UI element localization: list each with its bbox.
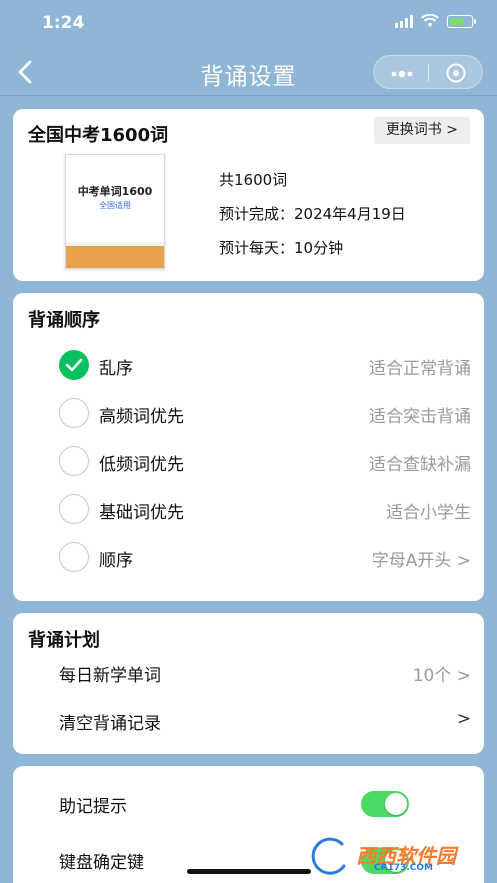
nav-divider bbox=[0, 95, 497, 96]
enter-key-label: 键盘确定键 bbox=[59, 853, 144, 873]
book-card: 全国中考1600词 更换词书 > 中考单词1600 全国适用 共1600词 预计… bbox=[13, 109, 484, 281]
signal-icon bbox=[395, 14, 413, 28]
option-label: 乱序 bbox=[99, 359, 133, 379]
option-desc: 适合小学生 bbox=[386, 503, 471, 523]
option-label: 低频词优先 bbox=[99, 455, 184, 475]
mnemonic-label: 助记提示 bbox=[59, 797, 127, 817]
mini-program-capsule bbox=[373, 55, 483, 89]
book-finish-date: 预计完成：2024年4月19日 bbox=[219, 205, 406, 223]
order-section-title: 背诵顺序 bbox=[28, 310, 100, 331]
close-circle-icon bbox=[446, 63, 466, 83]
chevron-right-icon: > bbox=[456, 709, 471, 729]
change-book-button[interactable]: 更换词书 > bbox=[373, 117, 470, 144]
option-sequential[interactable]: 顺序 字母A开头 > bbox=[59, 536, 471, 576]
close-button[interactable] bbox=[446, 63, 466, 83]
daily-new-words-label: 每日新学单词 bbox=[59, 666, 161, 686]
daily-new-words-value: 10个 > bbox=[412, 666, 471, 686]
capsule-divider bbox=[428, 64, 429, 82]
option-low-frequency[interactable]: 低频词优先 适合查缺补漏 bbox=[59, 440, 471, 480]
book-name: 全国中考1600词 bbox=[28, 125, 169, 146]
more-icon bbox=[391, 70, 413, 78]
order-card: 背诵顺序 乱序 适合正常背诵 高频词优先 适合突击背诵 低频词优先 适合查缺补漏… bbox=[13, 293, 484, 601]
clear-records-row[interactable]: 清空背诵记录 > bbox=[59, 703, 471, 739]
cover-title: 中考单词1600 bbox=[77, 185, 153, 198]
watermark-subtext: CR173.COM bbox=[374, 863, 433, 873]
option-label: 高频词优先 bbox=[99, 407, 184, 427]
check-icon bbox=[65, 358, 83, 372]
option-random[interactable]: 乱序 适合正常背诵 bbox=[59, 344, 471, 384]
mnemonic-toggle[interactable] bbox=[361, 791, 409, 817]
radio-checked[interactable] bbox=[59, 350, 89, 380]
watermark: 西西软件园 CR173.COM bbox=[304, 836, 489, 878]
plan-card: 背诵计划 每日新学单词 10个 > 清空背诵记录 > bbox=[13, 613, 484, 754]
option-desc: 适合正常背诵 bbox=[369, 359, 471, 379]
radio-unchecked[interactable] bbox=[59, 494, 89, 524]
cover-subtitle: 全国适用 bbox=[99, 201, 131, 210]
option-desc: 字母A开头 > bbox=[371, 551, 471, 571]
option-label: 基础词优先 bbox=[99, 503, 184, 523]
clear-records-label: 清空背诵记录 bbox=[59, 714, 161, 734]
status-icons bbox=[395, 14, 476, 28]
more-button[interactable] bbox=[388, 66, 416, 80]
mnemonic-row: 助记提示 bbox=[59, 786, 471, 822]
radio-unchecked[interactable] bbox=[59, 446, 89, 476]
book-daily-time: 预计每天：10分钟 bbox=[219, 239, 344, 257]
book-total: 共1600词 bbox=[219, 171, 288, 189]
option-desc: 适合查缺补漏 bbox=[369, 455, 471, 475]
watermark-logo-icon bbox=[310, 836, 347, 877]
option-desc: 适合突击背诵 bbox=[369, 407, 471, 427]
option-high-frequency[interactable]: 高频词优先 适合突击背诵 bbox=[59, 392, 471, 432]
book-cover[interactable]: 中考单词1600 全国适用 bbox=[65, 154, 165, 269]
radio-unchecked[interactable] bbox=[59, 542, 89, 572]
cover-strip bbox=[66, 246, 164, 268]
wifi-icon bbox=[421, 14, 439, 27]
nav-bar: 背诵设置 bbox=[0, 48, 497, 96]
battery-icon bbox=[447, 14, 476, 28]
plan-section-title: 背诵计划 bbox=[28, 630, 100, 651]
option-basic[interactable]: 基础词优先 适合小学生 bbox=[59, 488, 471, 528]
home-indicator bbox=[187, 869, 311, 874]
daily-new-words-row[interactable]: 每日新学单词 10个 > bbox=[59, 655, 471, 691]
status-bar: 1:24 bbox=[0, 0, 497, 48]
radio-unchecked[interactable] bbox=[59, 398, 89, 428]
status-time: 1:24 bbox=[42, 13, 85, 33]
option-label: 顺序 bbox=[99, 551, 133, 571]
